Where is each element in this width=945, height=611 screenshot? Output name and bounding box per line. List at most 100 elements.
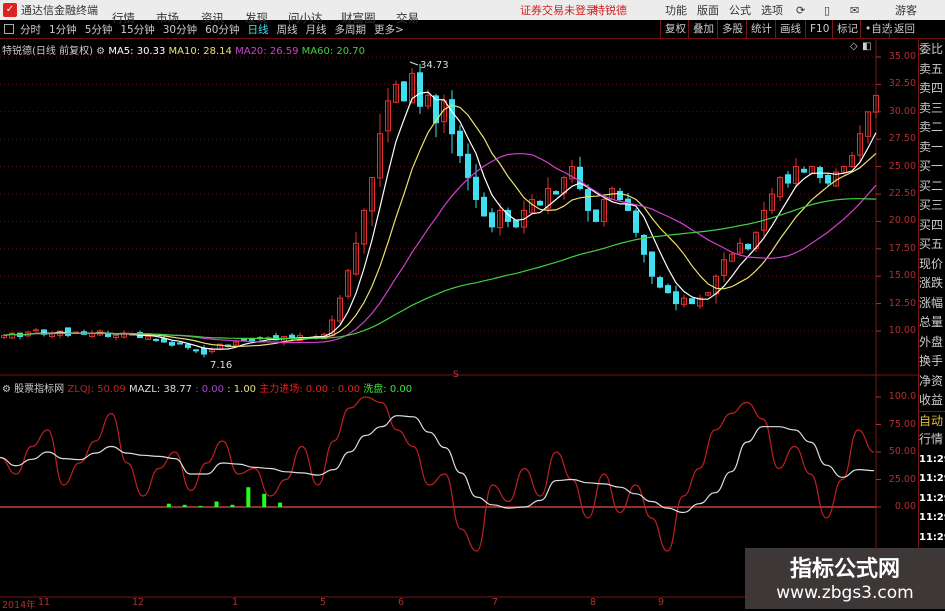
candle-body — [241, 338, 247, 341]
candle-body — [465, 153, 471, 179]
sidebar-item: 买四 — [919, 217, 944, 232]
candle-body — [65, 327, 71, 336]
price-axis-label: 35.00 — [888, 51, 916, 62]
main-force-bar — [278, 502, 283, 507]
main-force-bar — [230, 504, 235, 507]
sidebar-item: 买三 — [919, 198, 944, 212]
indicator-axis-label: 100.0 — [888, 391, 916, 402]
sidebar-item: 外盘 — [919, 334, 944, 349]
candle-body — [33, 329, 39, 332]
date-label: 5 — [320, 597, 327, 608]
signal-marker: S — [453, 370, 459, 380]
candle-body — [489, 212, 495, 228]
watermark-name: 指标公式网 — [789, 557, 900, 582]
candle-body — [161, 338, 167, 343]
candle-body — [169, 341, 175, 346]
sidebar-item: 11:29 — [919, 492, 945, 504]
candle-body — [513, 219, 519, 228]
candle-body — [201, 347, 207, 355]
candle-body — [657, 277, 663, 288]
candle-body — [457, 130, 463, 157]
low-price-label: 7.16 — [210, 360, 232, 371]
high-pointer — [409, 61, 419, 66]
candle-body — [617, 190, 623, 200]
sidebar-item: 收益 — [919, 393, 944, 407]
date-label: 9 — [658, 597, 665, 608]
date-label: 7 — [492, 597, 499, 608]
candle-body — [801, 168, 807, 173]
date-label: 6 — [398, 597, 405, 608]
candle-body — [633, 210, 639, 233]
watermark: 指标公式网 www.zbgs3.com — [745, 548, 945, 609]
main-force-bar — [198, 505, 203, 507]
main-force-bar — [262, 493, 267, 507]
candle-body — [481, 196, 487, 217]
sidebar-item: 卖二 — [919, 120, 944, 134]
candle-body — [537, 200, 543, 206]
sidebar-item: 换手 — [919, 354, 944, 368]
candle-body — [665, 285, 671, 294]
sidebar-item: 买五 — [919, 237, 944, 251]
sidebar-item: 总量 — [919, 315, 944, 329]
watermark-url: www.zbgs3.com — [776, 583, 914, 603]
date-label: 1 — [232, 597, 239, 608]
date-label: 11 — [38, 597, 51, 608]
sidebar-item: 现价 — [919, 256, 944, 271]
candle-body — [649, 251, 655, 277]
candle-body — [473, 176, 479, 200]
candle-body — [577, 166, 583, 190]
price-axis-label: 15.00 — [888, 270, 916, 282]
high-price-label: 34.73 — [420, 60, 449, 71]
sidebar-item: 11:29 — [919, 473, 945, 484]
candle-body — [817, 167, 823, 179]
candle-body — [401, 81, 407, 102]
main-force-bar — [166, 503, 171, 507]
sidebar-item: 买一 — [919, 159, 944, 173]
sidebar-item: 卖一 — [919, 139, 944, 154]
candle-body — [417, 72, 423, 107]
sidebar-item: 卖四 — [919, 81, 944, 95]
price-axis-label: 25.00 — [888, 160, 916, 172]
sidebar-item: 买二 — [919, 178, 944, 193]
indicator-axis-label: 0.00 — [894, 501, 916, 512]
sidebar-item: 11:29 — [919, 531, 945, 543]
date-label: 8 — [590, 597, 597, 608]
price-axis-label: 22.50 — [888, 188, 916, 199]
price-axis-label: 10.00 — [888, 325, 916, 336]
sidebar-item: 11:29 — [919, 453, 945, 465]
main-force-bar — [214, 501, 219, 507]
candle-body — [585, 189, 591, 211]
main-force-bar — [246, 487, 251, 507]
ma5-line — [3, 91, 877, 350]
date-label: 12 — [132, 597, 145, 608]
price-axis-label: 32.50 — [888, 78, 916, 90]
zlqj-line — [0, 396, 875, 552]
sidebar-item: 自动 — [919, 410, 945, 431]
price-axis-label: 27.50 — [888, 133, 916, 145]
indicator-axis-label: 25.00 — [888, 473, 916, 485]
main-force-bar — [182, 504, 187, 507]
price-axis-label: 30.00 — [888, 105, 916, 117]
price-axis-label: 12.50 — [888, 297, 916, 309]
indicator-axis-label: 75.00 — [888, 418, 916, 430]
sidebar-item: 卖五 — [919, 61, 944, 76]
candle-body — [185, 344, 191, 348]
candle-body — [177, 342, 183, 345]
candle-body — [553, 191, 559, 195]
sidebar-item: 涨跌 — [919, 276, 944, 290]
candle-body — [825, 174, 831, 184]
candle-body — [153, 338, 159, 341]
ma10-line — [3, 104, 877, 348]
indicator-axis-label: 50.00 — [888, 446, 916, 457]
sidebar-item: 涨幅 — [919, 295, 944, 310]
sidebar-item: 净资 — [919, 373, 944, 388]
candle-body — [673, 291, 679, 305]
candle-body — [689, 298, 695, 305]
ma60-line — [3, 198, 877, 340]
price-axis-label: 20.00 — [888, 215, 916, 227]
price-axis-label: 17.50 — [888, 242, 916, 254]
quote-sidebar: 委比 卖五 卖四 卖三 卖二 卖一 买一 买二 买三 买四 买五 现价 涨跌 涨幅 总量 外盘 换手 净资 收益 自动… — [918, 40, 945, 606]
candle-body — [745, 243, 751, 250]
sidebar-item: 11:29 — [919, 512, 945, 523]
stock-chart[interactable]: 34.73 7.16 S — [0, 0, 945, 609]
